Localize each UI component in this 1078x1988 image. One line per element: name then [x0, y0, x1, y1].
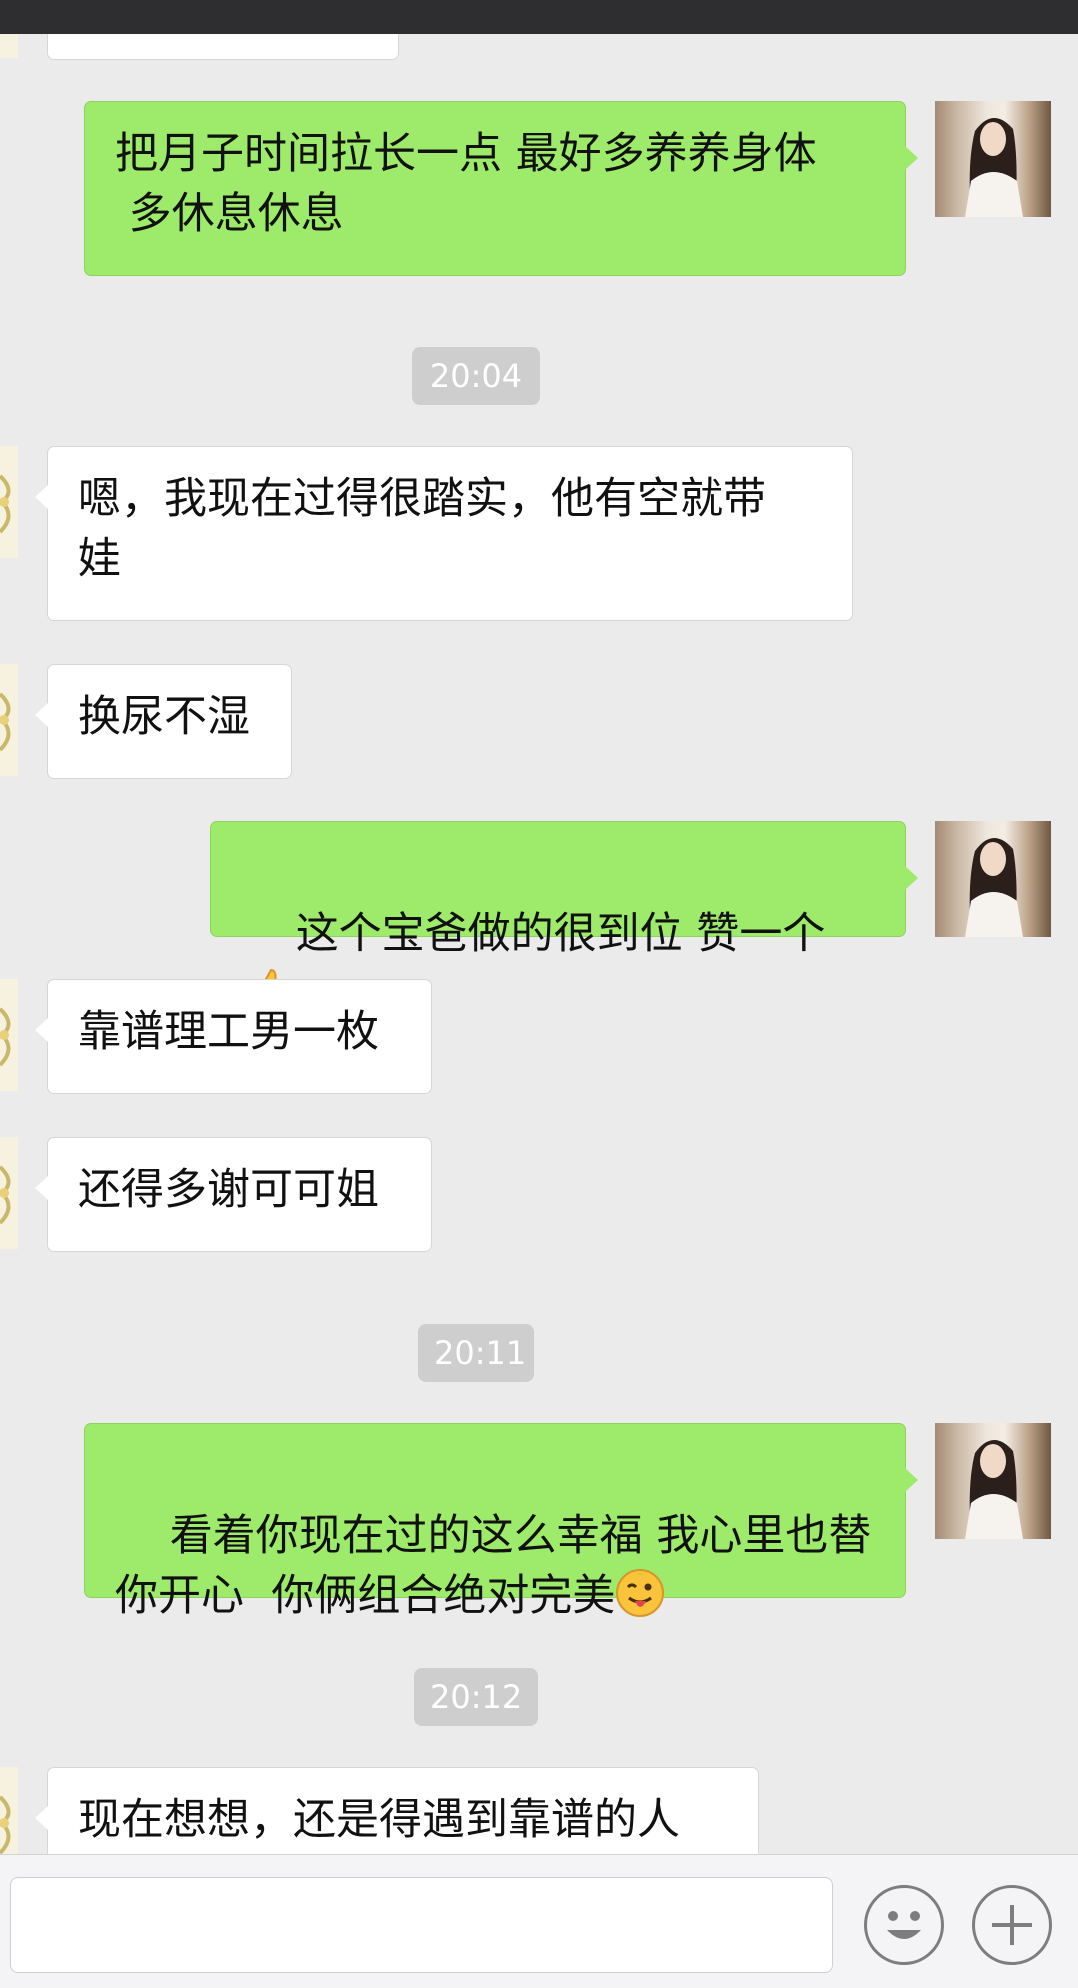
contact-avatar[interactable]	[0, 979, 18, 1091]
status-bar	[0, 0, 1078, 34]
message-text: 看着你现在过的这么幸福 我心里也替 你开心 你俩组合绝对完美	[115, 1511, 872, 1621]
input-bar	[0, 1854, 1078, 1988]
message-text: 这个宝爸做的很到位 赞一个	[295, 909, 826, 959]
message-bubble-incoming[interactable]: 靠谱理工男一枚	[35, 979, 432, 1094]
message-input[interactable]	[10, 1877, 833, 1973]
message-bubble-outgoing[interactable]: 这个宝爸做的很到位 赞一个	[210, 821, 918, 1013]
timestamp-badge: 20:11	[418, 1324, 534, 1382]
message-bubble-outgoing[interactable]: 把月子时间拉长一点 最好多养养身体 多休息休息	[84, 101, 918, 276]
plus-icon[interactable]	[972, 1885, 1052, 1965]
previous-message-fragment	[47, 34, 399, 60]
my-avatar[interactable]	[935, 1423, 1051, 1539]
timestamp-badge: 20:04	[412, 347, 540, 405]
my-avatar[interactable]	[935, 101, 1051, 217]
message-bubble-outgoing[interactable]: 看着你现在过的这么幸福 我心里也替 你开心 你俩组合绝对完美	[84, 1423, 918, 1621]
winking-tongue-face-icon	[615, 1568, 665, 1634]
contact-avatar[interactable]	[0, 446, 18, 558]
contact-avatar[interactable]	[0, 664, 18, 776]
chat-history[interactable]: 把月子时间拉长一点 最好多养养身体 多休息休息 20:04 嗯，我现在过得很踏实…	[0, 34, 1078, 1854]
timestamp-badge: 20:12	[414, 1668, 538, 1726]
message-bubble-incoming[interactable]: 嗯，我现在过得很踏实，他有空就带 娃	[35, 446, 853, 621]
message-bubble-incoming[interactable]: 还得多谢可可姐	[35, 1137, 432, 1252]
contact-avatar[interactable]	[0, 1137, 18, 1249]
my-avatar[interactable]	[935, 821, 1051, 937]
contact-avatar[interactable]	[0, 34, 18, 58]
contact-avatar[interactable]	[0, 1767, 18, 1854]
message-bubble-incoming[interactable]: 换尿不湿	[35, 664, 292, 779]
message-bubble-incoming[interactable]: 现在想想，还是得遇到靠谱的人	[35, 1767, 759, 1854]
smiley-face-icon[interactable]	[864, 1885, 944, 1965]
